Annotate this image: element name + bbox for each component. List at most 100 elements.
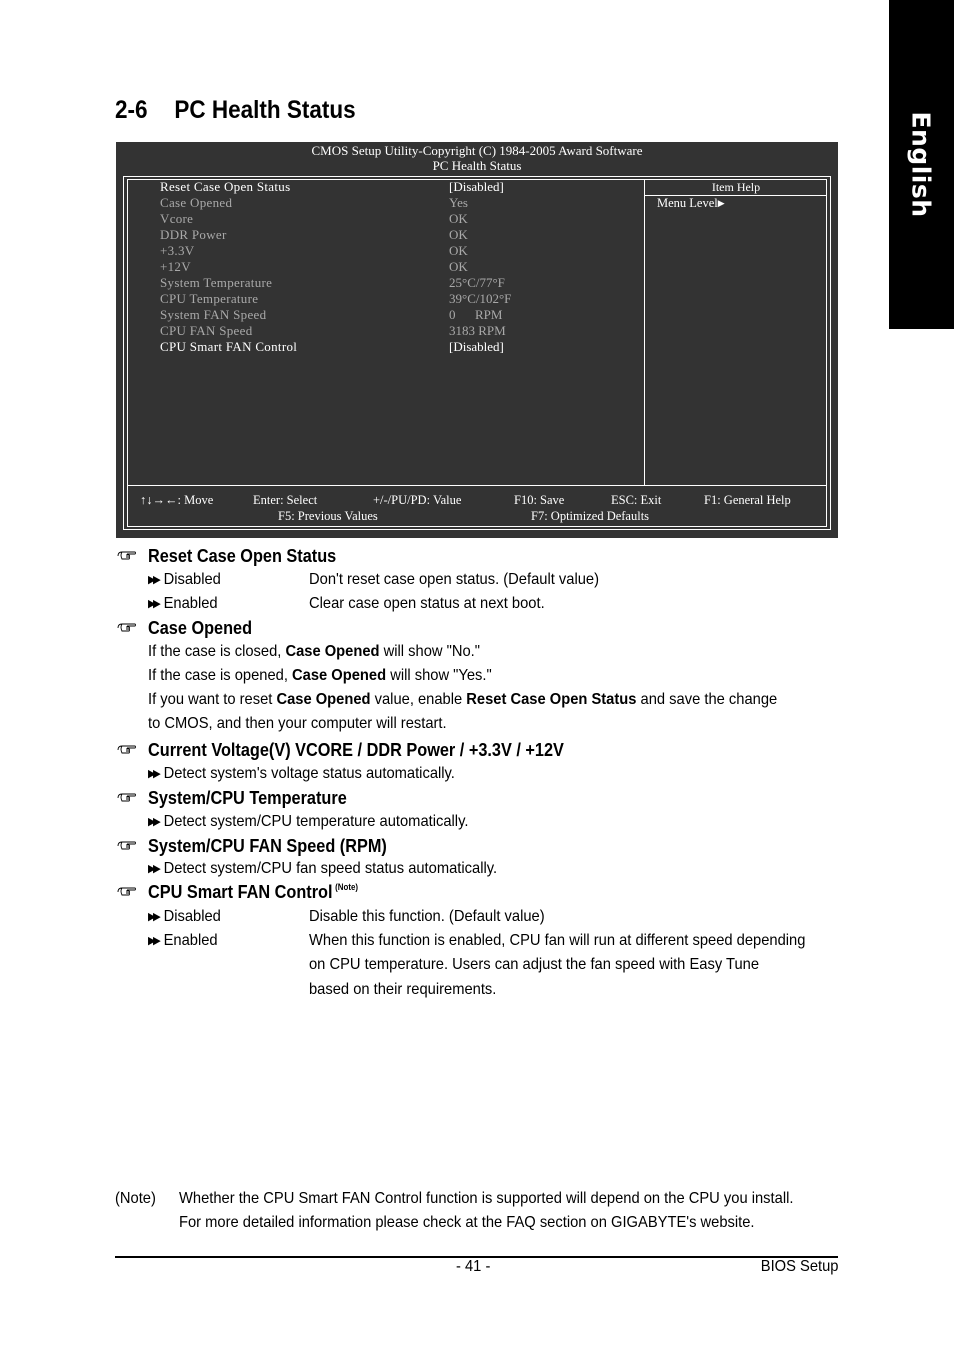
note-label: (Note) [115,1190,156,1207]
heading-text: CPU Smart FAN Control [148,881,333,902]
bios-screen: CMOS Setup Utility-Copyright (C) 1984-20… [116,142,838,538]
option-enabled: ▶▶ Enabled [148,595,218,613]
bios-header-copyright: CMOS Setup Utility-Copyright (C) 1984-20… [311,143,643,158]
bios-row-label: System Temperature [160,275,273,290]
desc-text: Detect system/CPU fan speed status autom… [163,860,498,877]
bios-row-reset-case-open-status[interactable]: Reset Case Open Status [Disabled] [160,179,620,195]
pointing-hand-icon [117,745,136,754]
language-tab-label: English [907,111,936,218]
page-title: 2-6 PC Health Status [115,96,356,125]
option-name: Enabled [163,932,218,949]
bios-row-label: CPU Temperature [160,291,259,306]
text: will show "No." [379,643,480,660]
bios-row-value[interactable]: [Disabled] [449,179,504,195]
bios-row-value: OK [449,211,468,226]
footer-section-name: BIOS Setup [760,1258,838,1275]
key-hint-exit: ESC: Exit [611,493,662,507]
bios-header-title: PC Health Status [432,158,522,173]
section-title: PC Health Status [174,96,356,124]
bios-row-value[interactable]: [Disabled] [449,339,504,355]
option-desc: Don't reset case open status. (Default v… [309,571,600,588]
key-hint-move: ↑↓→←: Move [140,493,214,507]
bold-term: Reset Case Open Status [466,691,637,708]
bios-row-value: 39°C/102°F [449,291,512,306]
option-enabled: ▶▶ Enabled [148,932,218,950]
bios-row-label: +3.3V [160,243,195,258]
key-hint-previous-values: F5: Previous Values [278,509,378,523]
heading-cpu-smart-fan-control: CPU Smart FAN Control (Note) [148,881,358,903]
bold-term: Case Opened [276,691,371,708]
option-name: Disabled [163,908,221,925]
option-desc: Disable this function. (Default value) [309,908,545,925]
bios-row-vcore: Vcore OK [160,211,620,227]
bios-help-divider [644,180,645,485]
temperature-desc: ▶▶ Detect system/CPU temperature automati… [148,813,468,831]
note-line-2: For more detailed information please che… [179,1214,755,1231]
bios-row-value: 25°C/77°F [449,275,505,290]
desc-text: Detect system/CPU temperature automatica… [163,813,469,830]
note-line-1: Whether the CPU Smart FAN Control functi… [179,1190,794,1207]
right-triangle-icon: ▶ [717,198,725,208]
bios-row-label: System FAN Speed [160,307,267,322]
bios-row-value: OK [449,227,468,242]
text: If the case is opened, [148,667,293,684]
option-desc-continued: on CPU temperature. Users can adjust the… [309,956,760,973]
note-reference: (Note) [335,882,359,892]
heading-current-voltage: Current Voltage(V) VCORE / DDR Power / +… [148,739,564,760]
text: If the case is closed, [148,643,286,660]
option-desc: When this function is enabled, CPU fan w… [309,932,806,949]
heading-case-opened: Case Opened [148,617,253,638]
option-desc: Clear case open status at next boot. [309,595,545,612]
bios-row-label: DDR Power [160,227,227,242]
key-hint-value: +/-/PU/PD: Value [373,493,462,507]
bios-row-label: Reset Case Open Status [160,179,291,194]
bios-row-value: 0 RPM [449,307,503,322]
page-number: - 41 - [456,1258,491,1275]
bios-row-value: 3183 RPM [449,323,506,338]
bios-row-3-3v: +3.3V OK [160,243,620,259]
pointing-hand-icon [117,551,136,560]
text: If you want to reset [148,691,277,708]
pointing-hand-icon [117,887,136,896]
bios-row-label: +12V [160,259,191,274]
double-arrow-icon: ▶▶ [148,768,161,780]
case-opened-line-4: to CMOS, and then your computer will res… [148,715,447,732]
bold-term: Case Opened [292,667,387,684]
section-number: 2-6 [115,96,148,124]
bios-row-case-opened: Case Opened Yes [160,195,620,211]
pointing-hand-icon [117,841,136,850]
text: value, enable [370,691,467,708]
bold-term: Case Opened [285,643,380,660]
pointing-hand-icon [117,793,136,802]
menu-level-label: Menu Level [657,196,718,210]
key-hint-general-help: F1: General Help [704,493,791,507]
bios-row-label: CPU FAN Speed [160,323,253,338]
bios-row-label: Case Opened [160,195,233,210]
bios-row-label: CPU Smart FAN Control [160,339,298,354]
double-arrow-icon: ▶▶ [148,863,161,875]
bios-row-label: Vcore [160,211,194,226]
bios-row-cpu-smart-fan-control[interactable]: CPU Smart FAN Control [Disabled] [160,339,620,355]
bios-row-value: OK [449,243,468,258]
bios-row-cpu-fan-speed: CPU FAN Speed 3183 RPM [160,323,620,339]
case-opened-line-2: If the case is opened, Case Opened will … [148,667,492,685]
option-desc-continued: based on their requirements. [309,981,497,998]
option-name: Enabled [163,595,218,612]
language-tab: English [889,0,954,329]
fan-speed-desc: ▶▶ Detect system/CPU fan speed status aut… [148,860,497,878]
pointing-hand-icon [117,623,136,632]
bios-row-system-temperature: System Temperature 25°C/77°F [160,275,620,291]
option-name: Disabled [163,571,221,588]
text: and save the change [636,691,778,708]
text: will show "Yes." [386,667,492,684]
double-arrow-icon: ▶▶ [148,574,161,586]
double-arrow-icon: ▶▶ [148,911,161,923]
bios-row-value: OK [449,259,468,274]
heading-reset-case-open-status: Reset Case Open Status [148,545,337,566]
option-disabled: ▶▶ Disabled [148,571,221,589]
heading-temperature: System/CPU Temperature [148,787,347,808]
bios-row-value: Yes [449,195,468,210]
case-opened-line-1: If the case is closed, Case Opened will … [148,643,480,661]
option-disabled: ▶▶ Disabled [148,908,221,926]
menu-level: Menu Level▶ [657,196,725,211]
